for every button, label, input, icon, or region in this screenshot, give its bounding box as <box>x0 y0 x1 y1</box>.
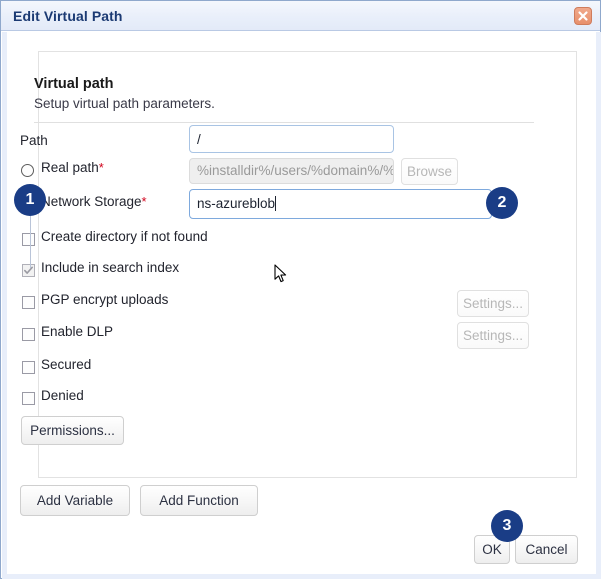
network-storage-input[interactable]: ns-azureblob <box>189 189 492 219</box>
create-directory-label: Create directory if not found <box>41 229 208 244</box>
panel-subtitle: Setup virtual path parameters. <box>34 96 215 111</box>
real-path-label-text: Real path <box>41 160 99 175</box>
dialog-content: Virtual path Setup virtual path paramete… <box>7 32 596 574</box>
denied-checkbox[interactable] <box>22 392 35 405</box>
real-path-label: Real path* <box>41 160 104 175</box>
annotation-badge-1: 1 <box>14 184 46 216</box>
dialog-title: Edit Virtual Path <box>13 8 123 24</box>
create-directory-checkbox[interactable] <box>22 233 35 246</box>
browse-button[interactable]: Browse <box>401 158 458 185</box>
annotation-badge-2: 2 <box>486 187 518 219</box>
dlp-settings-button[interactable]: Settings... <box>457 322 529 349</box>
panel-heading: Virtual path <box>34 76 114 92</box>
include-search-index-label: Include in search index <box>41 260 179 275</box>
enable-dlp-checkbox[interactable] <box>22 328 35 341</box>
dialog-body: Virtual path Setup virtual path paramete… <box>2 32 601 579</box>
badge-1-leader-line <box>30 216 31 268</box>
pgp-encrypt-label: PGP encrypt uploads <box>41 292 168 307</box>
network-storage-label: Network Storage* <box>41 194 147 209</box>
enable-dlp-label: Enable DLP <box>41 324 113 339</box>
network-storage-input-value: ns-azureblob <box>197 196 275 211</box>
real-path-radio[interactable] <box>21 164 34 177</box>
path-label: Path <box>20 133 48 148</box>
panel-divider <box>34 122 534 123</box>
add-variable-button[interactable]: Add Variable <box>20 485 130 516</box>
network-storage-required-mark: * <box>142 194 147 209</box>
real-path-required-mark: * <box>99 160 104 175</box>
real-path-input[interactable]: %installdir%/users/%domain%/% <box>189 158 394 184</box>
text-caret <box>275 196 276 211</box>
denied-label: Denied <box>41 388 84 403</box>
pgp-settings-button[interactable]: Settings... <box>457 290 529 317</box>
permissions-button[interactable]: Permissions... <box>21 416 124 445</box>
network-storage-label-text: Network Storage <box>41 194 142 209</box>
mouse-cursor <box>274 264 288 289</box>
close-icon[interactable] <box>574 7 592 25</box>
pgp-encrypt-checkbox[interactable] <box>22 296 35 309</box>
edit-virtual-path-dialog: Edit Virtual Path Virtual path Setup vir… <box>0 0 601 579</box>
secured-checkbox[interactable] <box>22 361 35 374</box>
cancel-button[interactable]: Cancel <box>515 535 578 564</box>
add-function-button[interactable]: Add Function <box>140 485 258 516</box>
dialog-titlebar: Edit Virtual Path <box>1 1 600 31</box>
annotation-badge-3: 3 <box>491 510 523 542</box>
path-input[interactable] <box>189 125 394 153</box>
secured-label: Secured <box>41 357 91 372</box>
include-search-index-checkbox[interactable] <box>22 264 35 277</box>
